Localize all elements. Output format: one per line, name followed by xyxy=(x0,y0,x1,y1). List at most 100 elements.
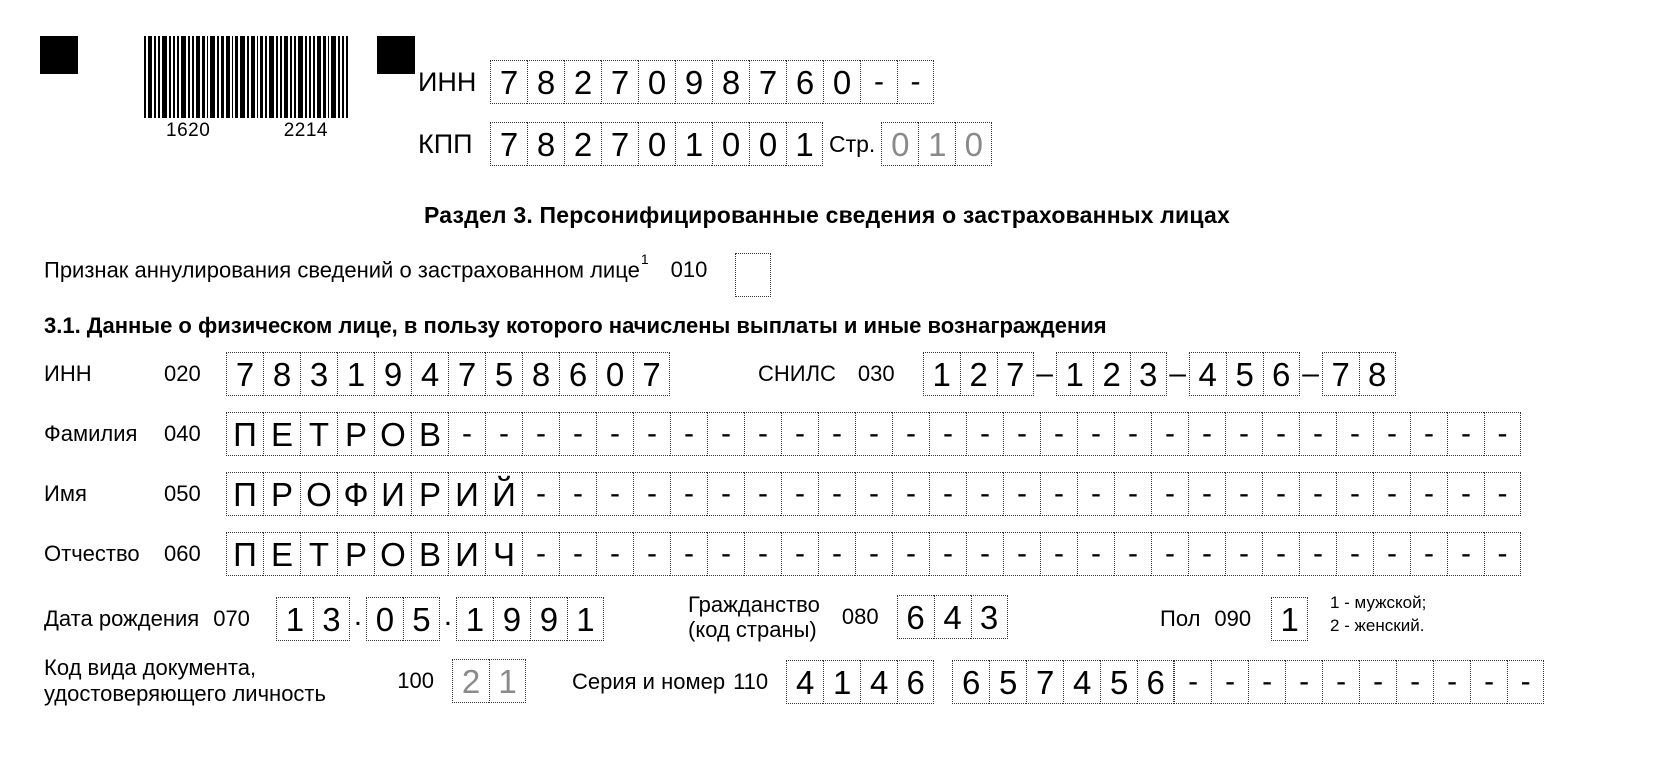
form-cell[interactable]: П xyxy=(226,412,263,456)
form-cell[interactable]: 7 xyxy=(601,122,638,166)
form-cell[interactable]: В xyxy=(411,532,448,576)
form-cell[interactable]: - xyxy=(1470,660,1508,704)
form-cell[interactable]: В xyxy=(411,412,448,456)
form-cell[interactable]: - xyxy=(485,412,522,456)
form-cell[interactable]: - xyxy=(1151,532,1188,576)
form-cell[interactable]: - xyxy=(1410,412,1447,456)
form-cell[interactable]: 7 xyxy=(448,352,485,396)
form-cell[interactable]: 3 xyxy=(300,352,337,396)
form-cell[interactable]: - xyxy=(892,472,929,516)
form-cell[interactable]: Т xyxy=(300,532,337,576)
field-snils-group2[interactable]: 123 xyxy=(1055,352,1167,396)
form-cell[interactable]: 6 xyxy=(1262,352,1300,396)
form-cell[interactable]: 4 xyxy=(1063,660,1101,704)
form-cell[interactable]: 7 xyxy=(490,60,527,104)
form-cell[interactable]: - xyxy=(1262,412,1299,456)
form-cell[interactable]: 9 xyxy=(374,352,411,396)
form-cell[interactable]: 8 xyxy=(263,352,300,396)
field-doctype-cells[interactable]: 21 xyxy=(452,659,526,704)
form-cell[interactable]: 7 xyxy=(749,60,786,104)
form-cell[interactable]: - xyxy=(818,532,855,576)
form-cell[interactable]: 2 xyxy=(564,122,601,166)
annulment-flag-input[interactable] xyxy=(735,253,772,297)
form-cell[interactable]: Е xyxy=(263,412,300,456)
form-cell[interactable]: - xyxy=(1040,532,1077,576)
form-cell[interactable]: О xyxy=(374,532,411,576)
field-birthdate-day[interactable]: 13 xyxy=(275,597,350,641)
form-cell[interactable]: 6 xyxy=(952,660,990,704)
form-cell[interactable]: О xyxy=(300,472,337,516)
form-cell[interactable]: 6 xyxy=(559,352,596,396)
form-cell[interactable]: - xyxy=(1040,412,1077,456)
form-cell[interactable]: - xyxy=(1262,472,1299,516)
form-cell[interactable]: 0 xyxy=(749,122,786,166)
form-cell[interactable]: - xyxy=(1484,412,1521,456)
field-patronymic-cells[interactable]: ПЕТРОВИЧ--------------------------- xyxy=(226,532,1521,576)
header-kpp-cells[interactable]: 782701001 xyxy=(490,122,823,166)
form-cell[interactable]: - xyxy=(707,532,744,576)
form-cell[interactable]: - xyxy=(1336,532,1373,576)
form-cell[interactable]: - xyxy=(966,412,1003,456)
field-birthdate-month[interactable]: 05 xyxy=(365,597,440,641)
form-cell[interactable]: 2 xyxy=(1092,352,1130,396)
form-cell[interactable]: 1 xyxy=(786,122,823,166)
form-cell[interactable]: - xyxy=(1225,472,1262,516)
form-cell[interactable]: 9 xyxy=(492,597,530,641)
form-cell[interactable]: 8 xyxy=(527,60,564,104)
field-gender-cells[interactable]: 1 xyxy=(1271,597,1309,641)
form-cell[interactable]: - xyxy=(1359,660,1397,704)
form-cell[interactable]: - xyxy=(1114,412,1151,456)
form-cell[interactable]: - xyxy=(1188,412,1225,456)
form-cell[interactable]: 1 xyxy=(1271,597,1309,641)
form-cell[interactable]: - xyxy=(781,532,818,576)
field-snils-group4[interactable]: 78 xyxy=(1321,352,1396,396)
form-cell[interactable]: - xyxy=(1003,412,1040,456)
form-cell[interactable]: - xyxy=(744,412,781,456)
form-cell[interactable]: - xyxy=(1336,412,1373,456)
form-cell[interactable]: - xyxy=(1299,412,1336,456)
form-cell[interactable]: 6 xyxy=(897,660,935,704)
form-cell[interactable]: - xyxy=(1410,472,1447,516)
form-cell[interactable]: - xyxy=(707,472,744,516)
form-cell[interactable]: - xyxy=(781,472,818,516)
form-cell[interactable]: - xyxy=(1151,472,1188,516)
form-cell[interactable]: - xyxy=(1484,532,1521,576)
form-cell[interactable]: - xyxy=(1373,472,1410,516)
form-cell[interactable]: - xyxy=(559,472,596,516)
form-cell[interactable]: 7 xyxy=(490,122,527,166)
field-inn-cells[interactable]: 783194758607 xyxy=(226,352,670,396)
form-cell[interactable]: Й xyxy=(485,472,522,516)
form-cell[interactable]: 0 xyxy=(712,122,749,166)
form-cell[interactable]: 5 xyxy=(485,352,522,396)
form-cell[interactable]: 7 xyxy=(601,60,638,104)
form-cell[interactable]: - xyxy=(522,472,559,516)
form-cell[interactable]: - xyxy=(596,412,633,456)
form-cell[interactable]: И xyxy=(448,472,485,516)
form-cell[interactable]: 2 xyxy=(959,352,997,396)
form-cell[interactable]: - xyxy=(596,472,633,516)
form-cell[interactable]: - xyxy=(522,412,559,456)
field-firstname-cells[interactable]: ПРОФИРИЙ--------------------------- xyxy=(226,472,1521,516)
header-inn-cells[interactable]: 7827098760-- xyxy=(490,60,934,104)
form-cell[interactable]: - xyxy=(1373,532,1410,576)
form-cell[interactable]: - xyxy=(781,412,818,456)
form-cell[interactable]: Е xyxy=(263,532,300,576)
form-cell[interactable]: 4 xyxy=(411,352,448,396)
form-cell[interactable]: - xyxy=(1077,412,1114,456)
form-cell[interactable]: 5 xyxy=(402,597,440,641)
form-cell[interactable]: 5 xyxy=(1225,352,1263,396)
field-docnumber-tail-cells[interactable]: ---------- xyxy=(1174,660,1545,704)
form-cell[interactable]: 0 xyxy=(638,122,675,166)
form-cell[interactable]: 7 xyxy=(996,352,1034,396)
form-cell[interactable]: 2 xyxy=(452,659,489,704)
form-cell[interactable]: - xyxy=(633,412,670,456)
form-cell[interactable]: - xyxy=(744,532,781,576)
form-cell[interactable]: - xyxy=(1114,472,1151,516)
form-cell[interactable]: - xyxy=(670,472,707,516)
form-cell[interactable]: - xyxy=(522,532,559,576)
form-cell[interactable]: - xyxy=(596,532,633,576)
form-cell[interactable]: - xyxy=(633,532,670,576)
field-snils-group1[interactable]: 127 xyxy=(922,352,1034,396)
form-cell[interactable]: 0 xyxy=(881,122,919,166)
form-cell[interactable]: Ч xyxy=(485,532,522,576)
